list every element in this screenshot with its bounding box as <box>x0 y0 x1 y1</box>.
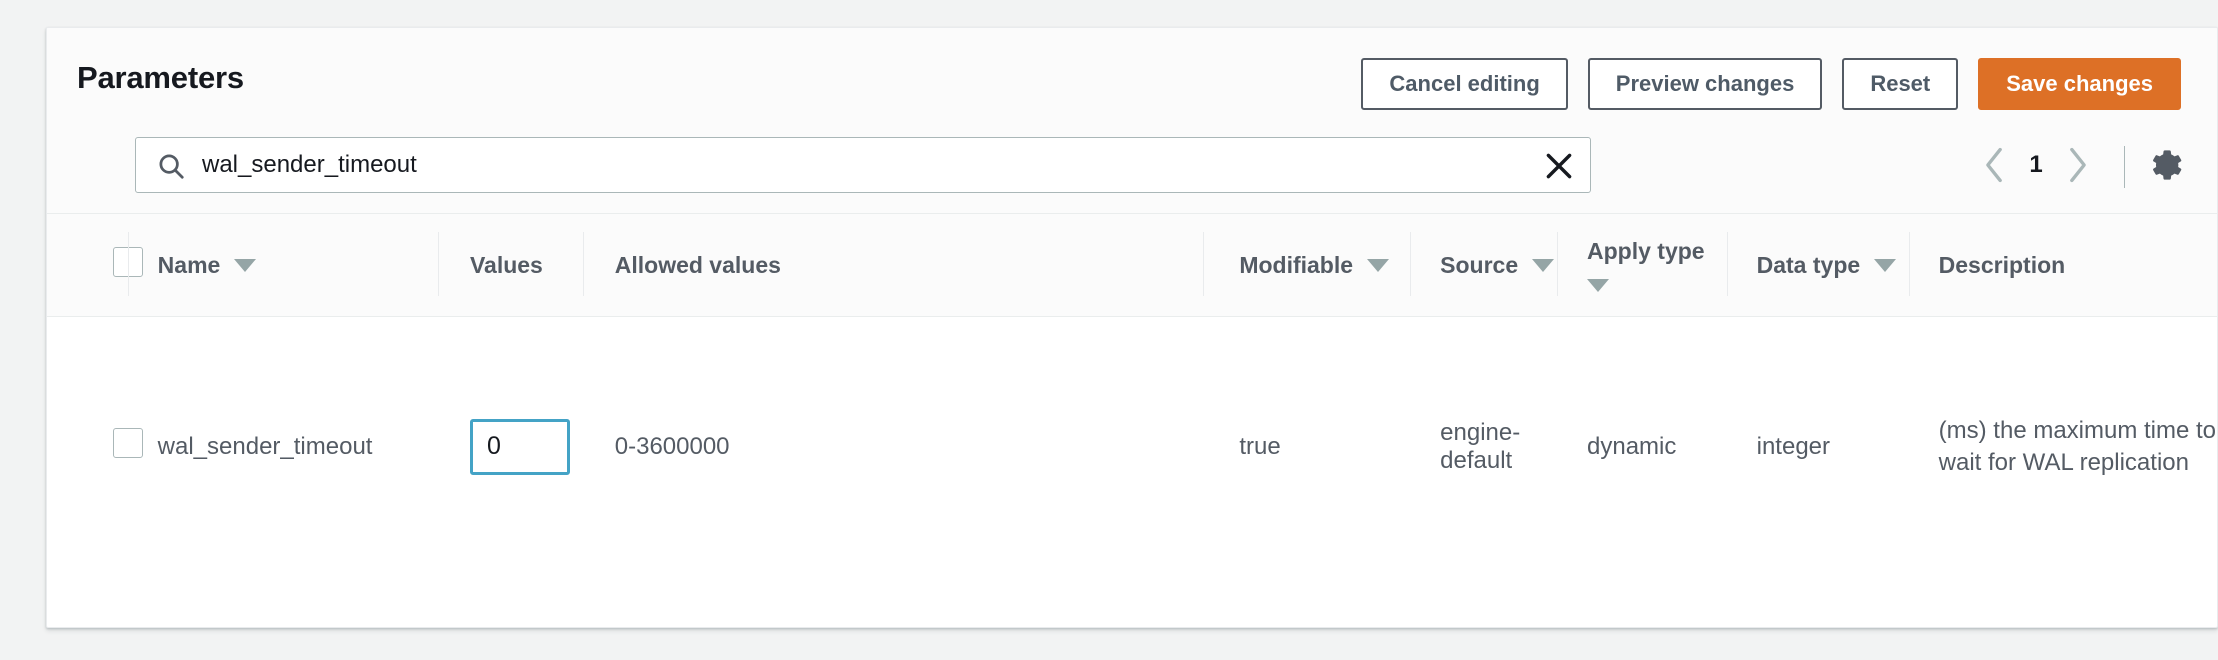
gear-icon[interactable] <box>2147 146 2187 186</box>
th-name[interactable]: Name <box>127 214 438 317</box>
page-title: Parameters <box>77 60 244 95</box>
table-body: wal_sender_timeout 0-3600000 true engine… <box>47 316 2217 577</box>
cell-data-type: integer <box>1726 316 1909 577</box>
th-modifiable[interactable]: Modifiable <box>1203 214 1411 317</box>
cancel-editing-button[interactable]: Cancel editing <box>1361 58 1568 110</box>
sort-descending-icon[interactable] <box>1874 258 1897 272</box>
cell-allowed-values: 0-3600000 <box>582 316 1204 577</box>
sort-descending-icon[interactable] <box>1367 258 1390 272</box>
search-box[interactable] <box>135 137 1591 193</box>
th-modifiable-label: Modifiable <box>1239 251 1354 278</box>
preview-changes-button[interactable]: Preview changes <box>1587 58 1823 110</box>
card-header: Parameters Cancel editing Preview change… <box>47 28 2217 132</box>
th-values: Values <box>437 214 583 317</box>
cell-description: (ms) the maximum time to wait for WAL re… <box>1908 316 2217 577</box>
pagination: 1 <box>1981 145 2091 185</box>
pagination-prev-button[interactable] <box>1981 145 2007 185</box>
th-source[interactable]: Source <box>1410 214 1558 317</box>
reset-button[interactable]: Reset <box>1842 58 1959 110</box>
pagination-next-button[interactable] <box>2065 145 2091 185</box>
header-actions: Cancel editing Preview changes Reset Sav… <box>1361 58 2181 110</box>
th-name-label: Name <box>157 251 221 278</box>
sort-descending-icon[interactable] <box>234 258 257 272</box>
parameter-value-input[interactable] <box>469 418 570 475</box>
cell-source: engine-default <box>1410 316 1558 577</box>
th-data-type[interactable]: Data type <box>1726 214 1909 317</box>
th-allowed-values: Allowed values <box>582 214 1204 317</box>
th-description: Description <box>1908 214 2217 317</box>
parameters-card: Parameters Cancel editing Preview change… <box>46 27 2218 628</box>
th-apply-type-label: Apply type <box>1587 238 1705 264</box>
pagination-page-1[interactable]: 1 <box>2029 151 2043 179</box>
tools-divider <box>2124 146 2125 188</box>
parameters-page: Parameters Cancel editing Preview change… <box>0 0 2218 660</box>
table-row: wal_sender_timeout 0-3600000 true engine… <box>47 316 2217 577</box>
th-allowed-values-label: Allowed values <box>614 251 781 278</box>
row-select-checkbox[interactable] <box>113 428 143 459</box>
th-select-all <box>47 214 143 317</box>
table-tools-row: 1 <box>47 132 2217 214</box>
table-header-row: Name Values Allowed values Modifiable So… <box>47 214 2217 317</box>
cell-name: wal_sender_timeout <box>127 316 438 577</box>
save-changes-button[interactable]: Save changes <box>1978 58 2181 110</box>
search-input[interactable] <box>200 138 1530 192</box>
sort-descending-icon[interactable] <box>1587 279 1610 292</box>
row-select-cell <box>47 316 143 577</box>
th-values-label: Values <box>469 251 543 278</box>
cell-modifiable: true <box>1203 316 1411 577</box>
cell-apply-type: dynamic <box>1557 316 1727 577</box>
th-description-label: Description <box>1938 251 2066 278</box>
parameters-table: Name Values Allowed values Modifiable So… <box>47 214 2217 577</box>
th-source-label: Source <box>1440 251 1519 278</box>
th-data-type-label: Data type <box>1756 251 1861 278</box>
search-icon <box>156 151 186 181</box>
table-head: Name Values Allowed values Modifiable So… <box>47 214 2217 317</box>
th-apply-type[interactable]: Apply type <box>1557 214 1727 317</box>
sort-descending-icon[interactable] <box>1532 258 1555 272</box>
clear-search-button[interactable] <box>1542 149 1576 183</box>
cell-value <box>437 316 583 577</box>
